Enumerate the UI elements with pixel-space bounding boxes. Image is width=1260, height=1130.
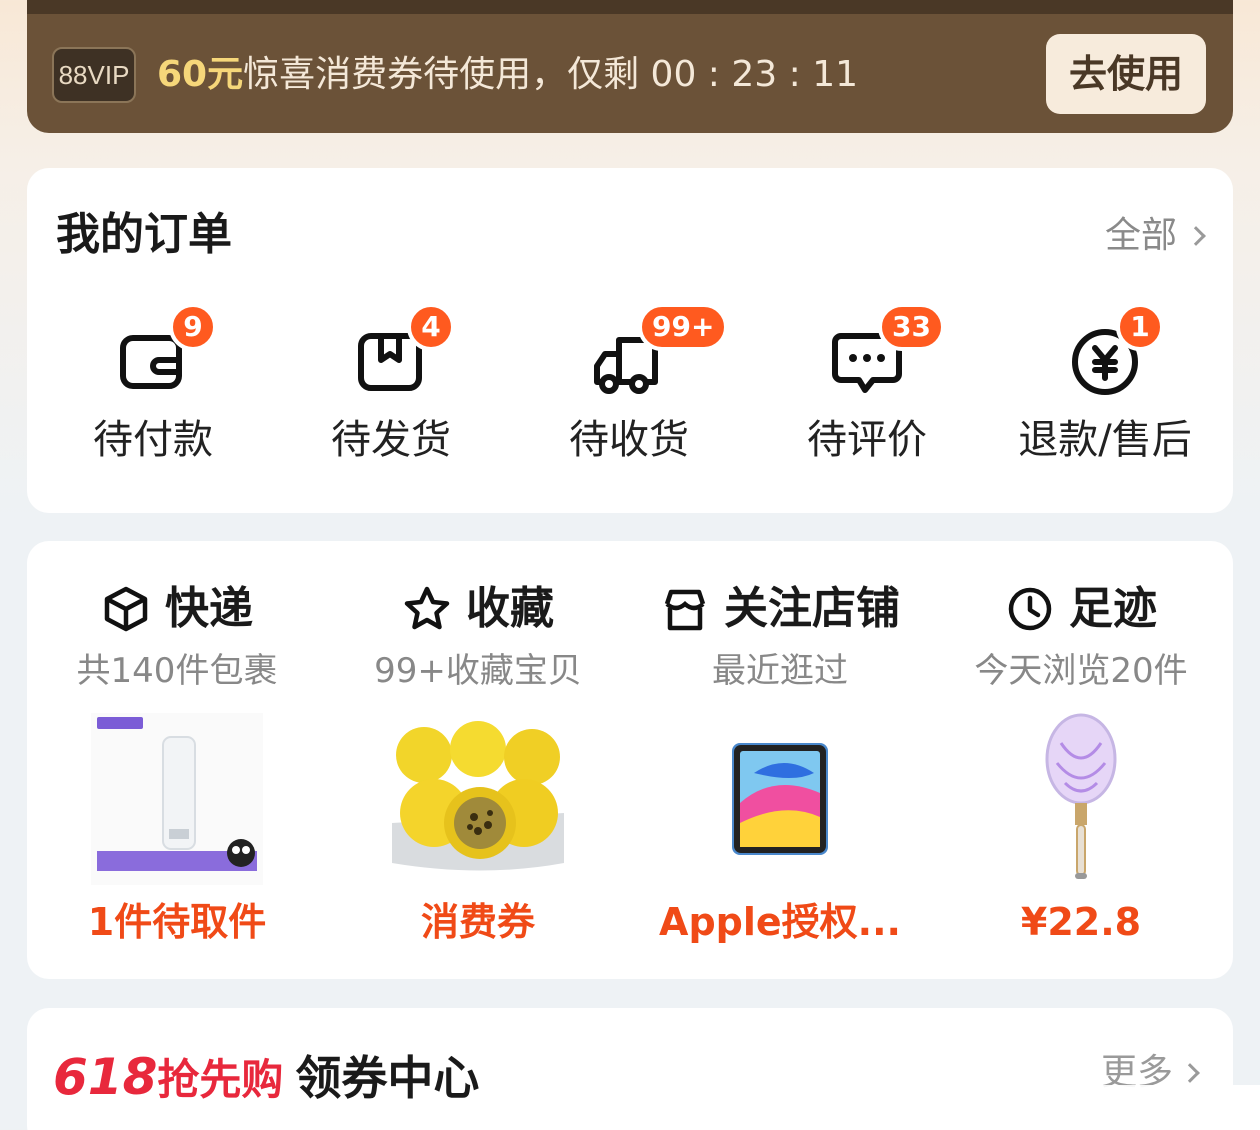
orders-title: 我的订单 (56, 209, 232, 260)
brand-presale-logo: 抢先购 (157, 1055, 284, 1104)
order-label: 待发货 (331, 417, 451, 463)
shortcut-subtitle: 共140件包裹 (76, 651, 278, 691)
order-item-refund[interactable]: 1 退款/售后 (986, 303, 1224, 488)
skincare-tube-image (91, 713, 263, 885)
clock-icon (1008, 587, 1052, 631)
orders-card: 我的订单 全部 9 待付款 4 待发货 99+ 待收货 33 待评价 1 退款/… (27, 168, 1233, 513)
chevron-right-icon (1186, 226, 1206, 246)
order-badge: 33 (878, 303, 945, 351)
chevron-right-icon (1180, 1063, 1200, 1083)
star-icon (404, 586, 450, 630)
shortcut-footer: Apple授权... (659, 900, 901, 944)
vip-countdown-text: 惊喜消费券待使用，仅剩 00 : 23 : 11 (243, 54, 859, 95)
store-icon (664, 589, 706, 631)
shortcut-favorites[interactable]: 收藏 99+收藏宝贝 消费券 (328, 541, 628, 979)
order-badge: 9 (169, 303, 217, 351)
order-item-to-ship[interactable]: 4 待发货 (272, 303, 510, 488)
order-badge: 99+ (638, 303, 729, 351)
vip-message: 60元惊喜消费券待使用，仅剩 00 : 23 : 11 (157, 50, 858, 100)
shortcut-footprints[interactable]: 足迹 今天浏览20件 ¥22.8 (931, 541, 1231, 979)
vip-banner-edge (27, 0, 1233, 14)
orders-all-link[interactable]: 全部 (1104, 214, 1206, 258)
mosquito-swatter-image (995, 713, 1167, 885)
ipad-image (694, 713, 866, 885)
order-label: 退款/售后 (1018, 417, 1192, 463)
shortcuts-card: 快递 共140件包裹 1件待取件 收藏 99+收藏宝贝 消费券 关注店铺 最近逛… (27, 541, 1233, 979)
shortcut-title: 收藏 (466, 583, 554, 634)
vip-banner[interactable]: 88VIP 60元惊喜消费券待使用，仅剩 00 : 23 : 11 去使用 (27, 0, 1233, 133)
order-item-pending-payment[interactable]: 9 待付款 (34, 303, 272, 488)
shortcut-express[interactable]: 快递 共140件包裹 1件待取件 (27, 541, 327, 979)
shortcut-footer: 消费券 (420, 900, 535, 944)
order-item-to-receive[interactable]: 99+ 待收货 (510, 303, 748, 488)
shortcut-subtitle: 最近逛过 (712, 651, 848, 691)
vip-badge: 88VIP (52, 47, 136, 103)
shortcut-title: 关注店铺 (724, 583, 900, 634)
shortcut-title: 快递 (165, 583, 253, 634)
order-badge: 4 (407, 303, 455, 351)
box-icon (104, 586, 148, 632)
use-coupon-button[interactable]: 去使用 (1046, 34, 1206, 114)
coupon-center-header: 618 抢先购 领券中心 (53, 1048, 479, 1106)
shortcut-footer: ¥22.8 (1020, 900, 1142, 944)
coupon-center-title: 领券中心 (295, 1051, 480, 1105)
order-badge: 1 (1116, 303, 1164, 351)
shortcut-subtitle: 99+收藏宝贝 (374, 651, 582, 691)
order-label: 待评价 (807, 417, 927, 463)
shortcut-subtitle: 今天浏览20件 (974, 651, 1188, 691)
orders-all-label: 全部 (1104, 215, 1177, 256)
order-label: 待付款 (93, 417, 213, 463)
brand-618-logo: 618 (53, 1048, 158, 1106)
order-item-to-review[interactable]: 33 待评价 (748, 303, 986, 488)
shortcut-title: 足迹 (1069, 583, 1157, 634)
shortcut-followed-stores[interactable]: 关注店铺 最近逛过 Apple授权... (630, 541, 930, 979)
order-label: 待收货 (569, 417, 689, 463)
vip-amount: 60元 (157, 54, 244, 95)
passion-fruit-image (392, 713, 564, 885)
shortcut-footer: 1件待取件 (87, 900, 267, 944)
bottom-fade-overlay (980, 1085, 1260, 1130)
